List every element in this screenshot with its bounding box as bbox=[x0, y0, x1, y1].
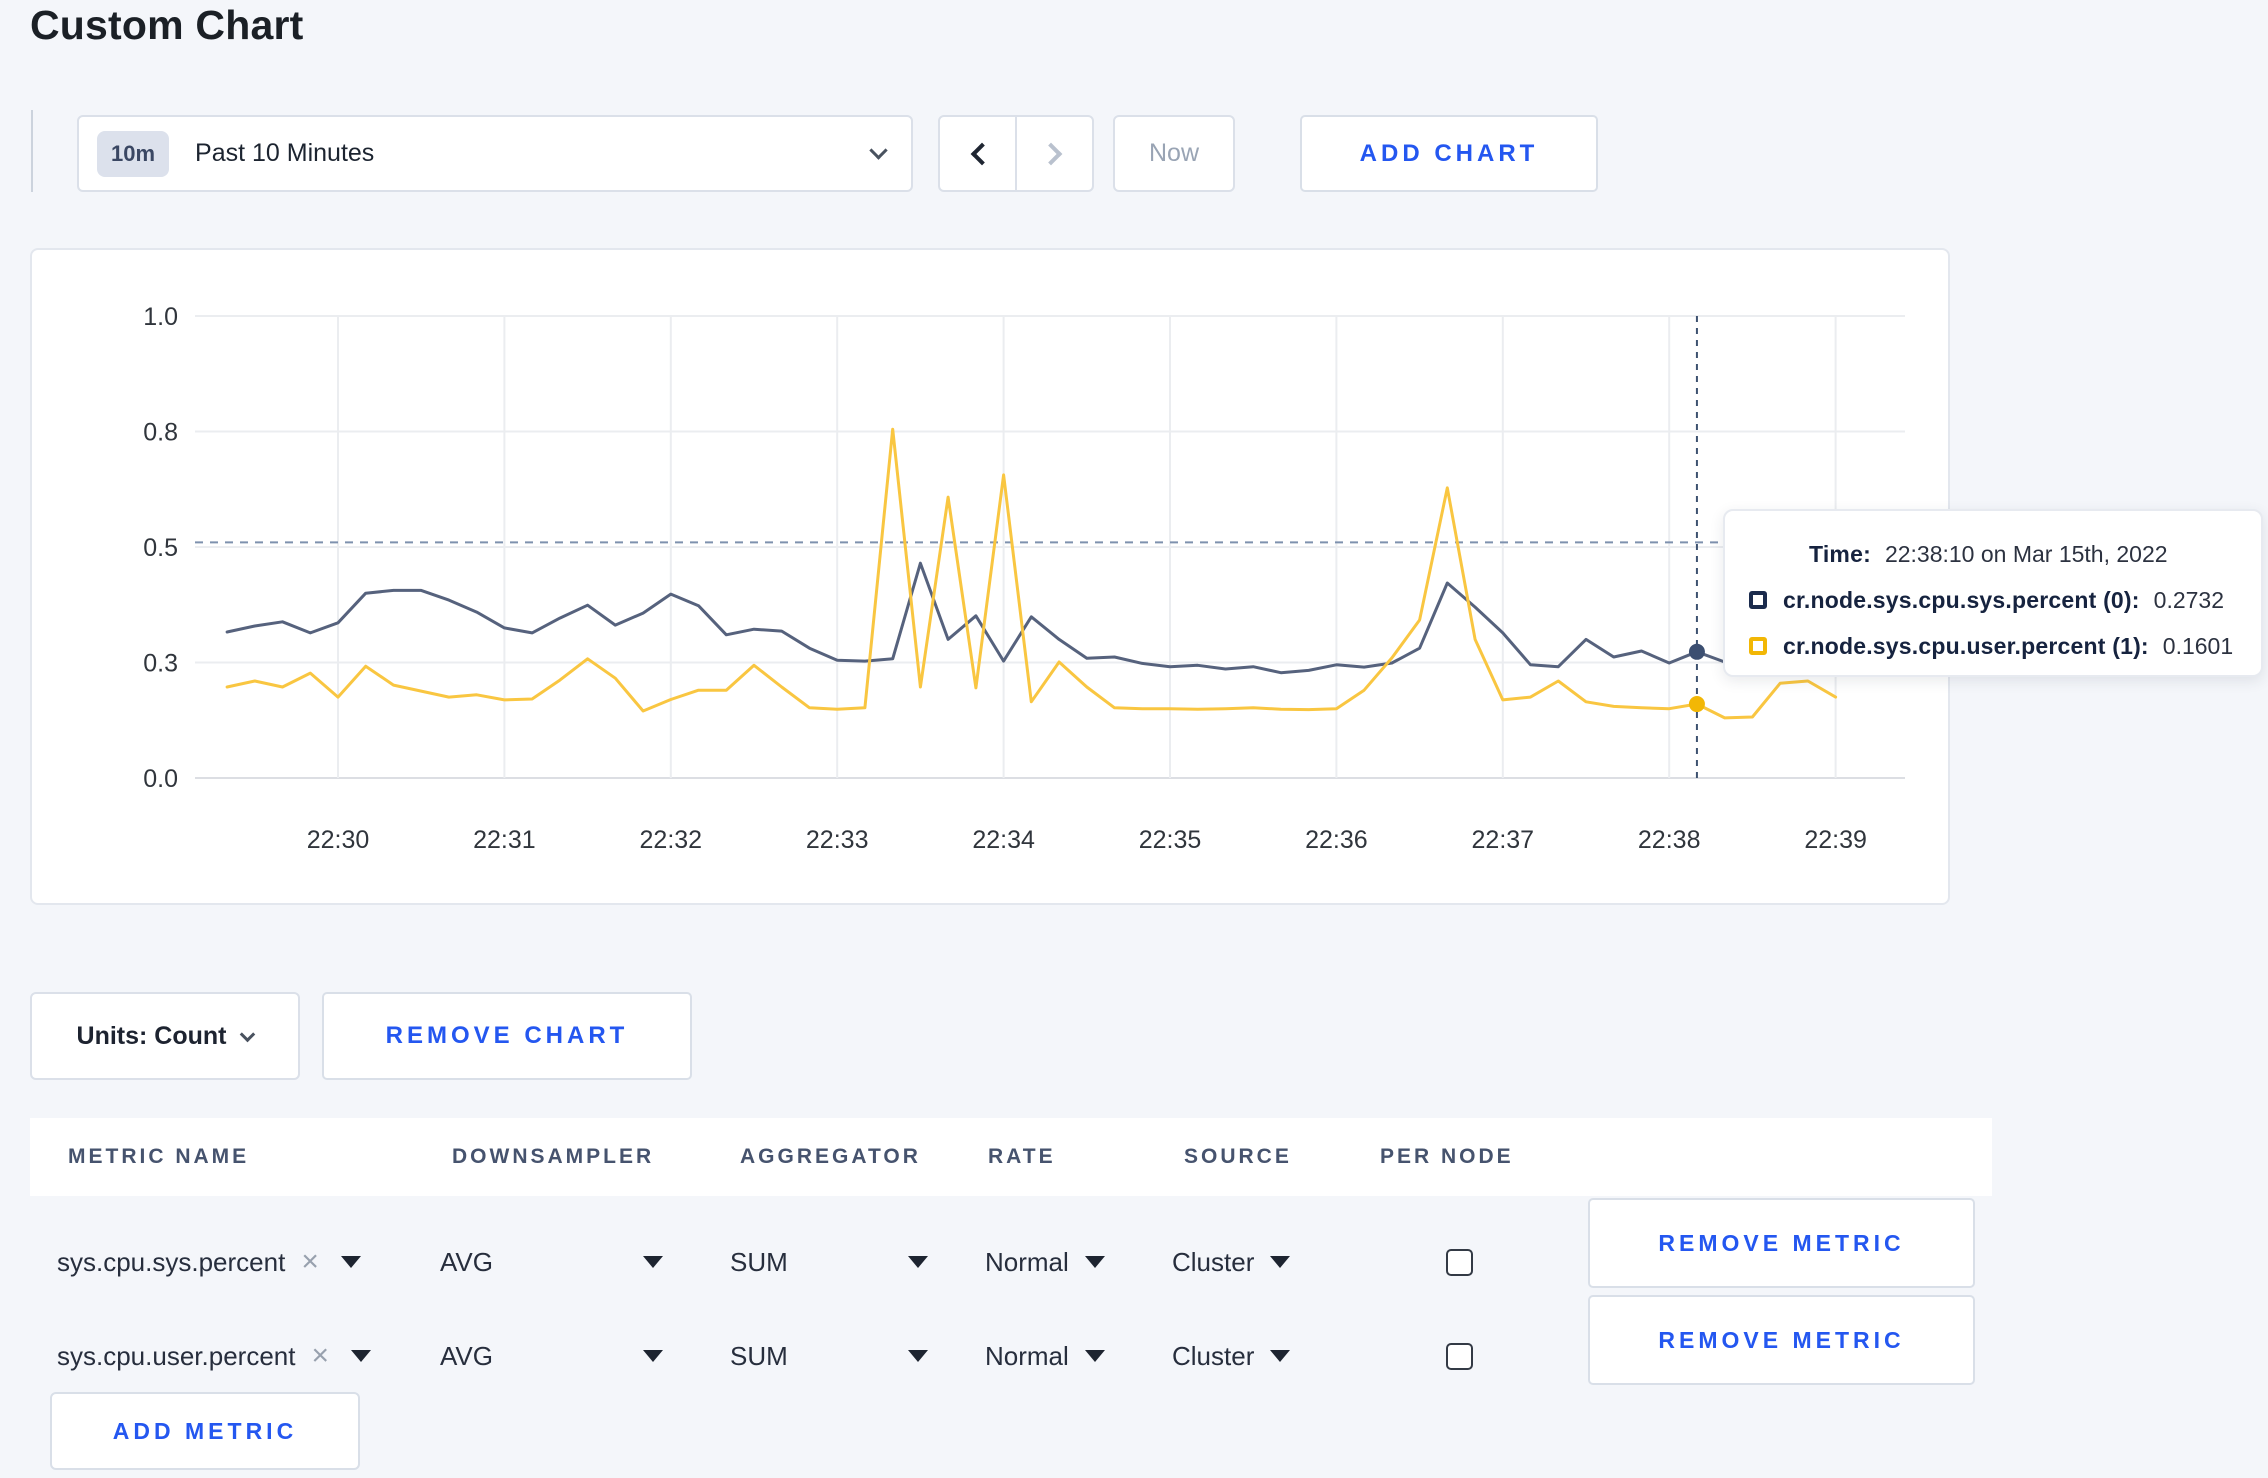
source-value: Cluster bbox=[1172, 1246, 1255, 1277]
page-title: Custom Chart bbox=[30, 2, 304, 48]
next-time-button[interactable] bbox=[1015, 117, 1092, 190]
remove-metric-button[interactable]: REMOVE METRIC bbox=[1588, 1198, 1975, 1288]
units-label: Units: Count bbox=[76, 1021, 227, 1050]
caret-down-icon bbox=[907, 1256, 928, 1268]
metric-name-value: sys.cpu.sys.percent bbox=[57, 1246, 286, 1277]
rate-value: Normal bbox=[985, 1340, 1069, 1371]
col-header-rate: RATE bbox=[988, 1145, 1056, 1168]
per-node-checkbox[interactable] bbox=[1446, 1342, 1473, 1370]
tooltip-time-value: 22:38:10 on Mar 15th, 2022 bbox=[1884, 540, 2168, 567]
caret-down-icon bbox=[1270, 1256, 1291, 1268]
caret-down-icon bbox=[1084, 1256, 1105, 1268]
chevron-down-icon bbox=[869, 141, 888, 160]
metric-name-select[interactable]: sys.cpu.sys.percent × bbox=[57, 1247, 361, 1278]
prev-time-button[interactable] bbox=[940, 117, 1015, 190]
custom-chart-page: Custom Chart 10m Past 10 Minutes Now ADD… bbox=[0, 0, 2268, 1478]
col-header-downsampler: DOWNSAMPLER bbox=[452, 1145, 655, 1168]
col-header-aggregator: AGGREGATOR bbox=[740, 1145, 921, 1168]
caret-down-icon bbox=[340, 1256, 361, 1268]
downsampler-select[interactable]: AVG bbox=[440, 1247, 663, 1278]
metric-name-value: sys.cpu.user.percent bbox=[57, 1340, 296, 1371]
col-header-source: SOURCE bbox=[1184, 1145, 1292, 1168]
downsampler-value: AVG bbox=[440, 1340, 493, 1371]
rate-value: Normal bbox=[985, 1246, 1069, 1277]
chevron-left-icon bbox=[970, 142, 993, 165]
remove-chart-button[interactable]: REMOVE CHART bbox=[322, 992, 692, 1080]
time-range-label: Past 10 Minutes bbox=[195, 139, 375, 167]
tooltip-series-value: 0.1601 bbox=[2162, 632, 2234, 659]
per-node-cell bbox=[1446, 1248, 1473, 1276]
caret-down-icon bbox=[907, 1350, 928, 1362]
metrics-table-header: METRIC NAME DOWNSAMPLER AGGREGATOR RATE … bbox=[30, 1118, 1992, 1196]
downsampler-value: AVG bbox=[440, 1246, 493, 1277]
col-header-metric-name: METRIC NAME bbox=[68, 1145, 250, 1168]
tooltip-time-row: Time: 22:38:10 on Mar 15th, 2022 bbox=[1749, 531, 2261, 577]
tooltip-series-value: 0.2732 bbox=[2153, 586, 2225, 613]
caret-down-icon bbox=[1270, 1350, 1291, 1362]
time-pager bbox=[938, 115, 1094, 192]
time-range-dropdown[interactable]: 10m Past 10 Minutes bbox=[77, 115, 913, 192]
per-node-cell bbox=[1446, 1342, 1473, 1370]
caret-down-icon bbox=[642, 1350, 663, 1362]
tooltip-series-row: cr.node.sys.cpu.sys.percent (0): 0.2732 bbox=[1749, 577, 2261, 623]
clear-metric-icon[interactable]: × bbox=[311, 1341, 329, 1371]
chevron-down-icon bbox=[240, 1026, 256, 1042]
source-select[interactable]: Cluster bbox=[1172, 1246, 1291, 1278]
clear-metric-icon[interactable]: × bbox=[301, 1247, 319, 1277]
caret-down-icon bbox=[642, 1256, 663, 1268]
rate-select[interactable]: Normal bbox=[985, 1247, 1105, 1278]
aggregator-select[interactable]: SUM bbox=[730, 1341, 928, 1372]
aggregator-value: SUM bbox=[730, 1340, 788, 1371]
left-divider bbox=[31, 110, 33, 192]
add-metric-button[interactable]: ADD METRIC bbox=[50, 1392, 360, 1470]
metric-name-select[interactable]: sys.cpu.user.percent × bbox=[57, 1341, 371, 1372]
add-chart-button[interactable]: ADD CHART bbox=[1300, 115, 1598, 192]
tooltip-series-row: cr.node.sys.cpu.user.percent (1): 0.1601 bbox=[1749, 623, 2261, 669]
col-header-per-node: PER NODE bbox=[1380, 1145, 1514, 1168]
source-value: Cluster bbox=[1172, 1340, 1255, 1371]
caret-down-icon bbox=[351, 1350, 371, 1362]
chart-card bbox=[30, 248, 1950, 905]
downsampler-select[interactable]: AVG bbox=[440, 1341, 663, 1372]
now-button[interactable]: Now bbox=[1113, 115, 1235, 192]
caret-down-icon bbox=[1084, 1350, 1105, 1362]
per-node-checkbox[interactable] bbox=[1446, 1248, 1473, 1276]
source-select[interactable]: Cluster bbox=[1172, 1340, 1291, 1372]
aggregator-value: SUM bbox=[730, 1246, 788, 1277]
chart-tooltip: Time: 22:38:10 on Mar 15th, 2022 cr.node… bbox=[1723, 509, 2263, 677]
chevron-right-icon bbox=[1039, 142, 1062, 165]
units-dropdown[interactable]: Units: Count bbox=[30, 992, 300, 1080]
time-range-badge: 10m bbox=[97, 130, 170, 177]
rate-select[interactable]: Normal bbox=[985, 1341, 1105, 1372]
sys-percent-swatch-icon bbox=[1749, 591, 1767, 609]
tooltip-series-label: cr.node.sys.cpu.user.percent (1): bbox=[1783, 632, 2149, 659]
aggregator-select[interactable]: SUM bbox=[730, 1247, 928, 1278]
tooltip-series-label: cr.node.sys.cpu.sys.percent (0): bbox=[1783, 586, 2140, 613]
tooltip-time-label: Time: bbox=[1809, 540, 1871, 567]
remove-metric-button[interactable]: REMOVE METRIC bbox=[1588, 1295, 1975, 1385]
user-percent-swatch-icon bbox=[1749, 637, 1767, 655]
